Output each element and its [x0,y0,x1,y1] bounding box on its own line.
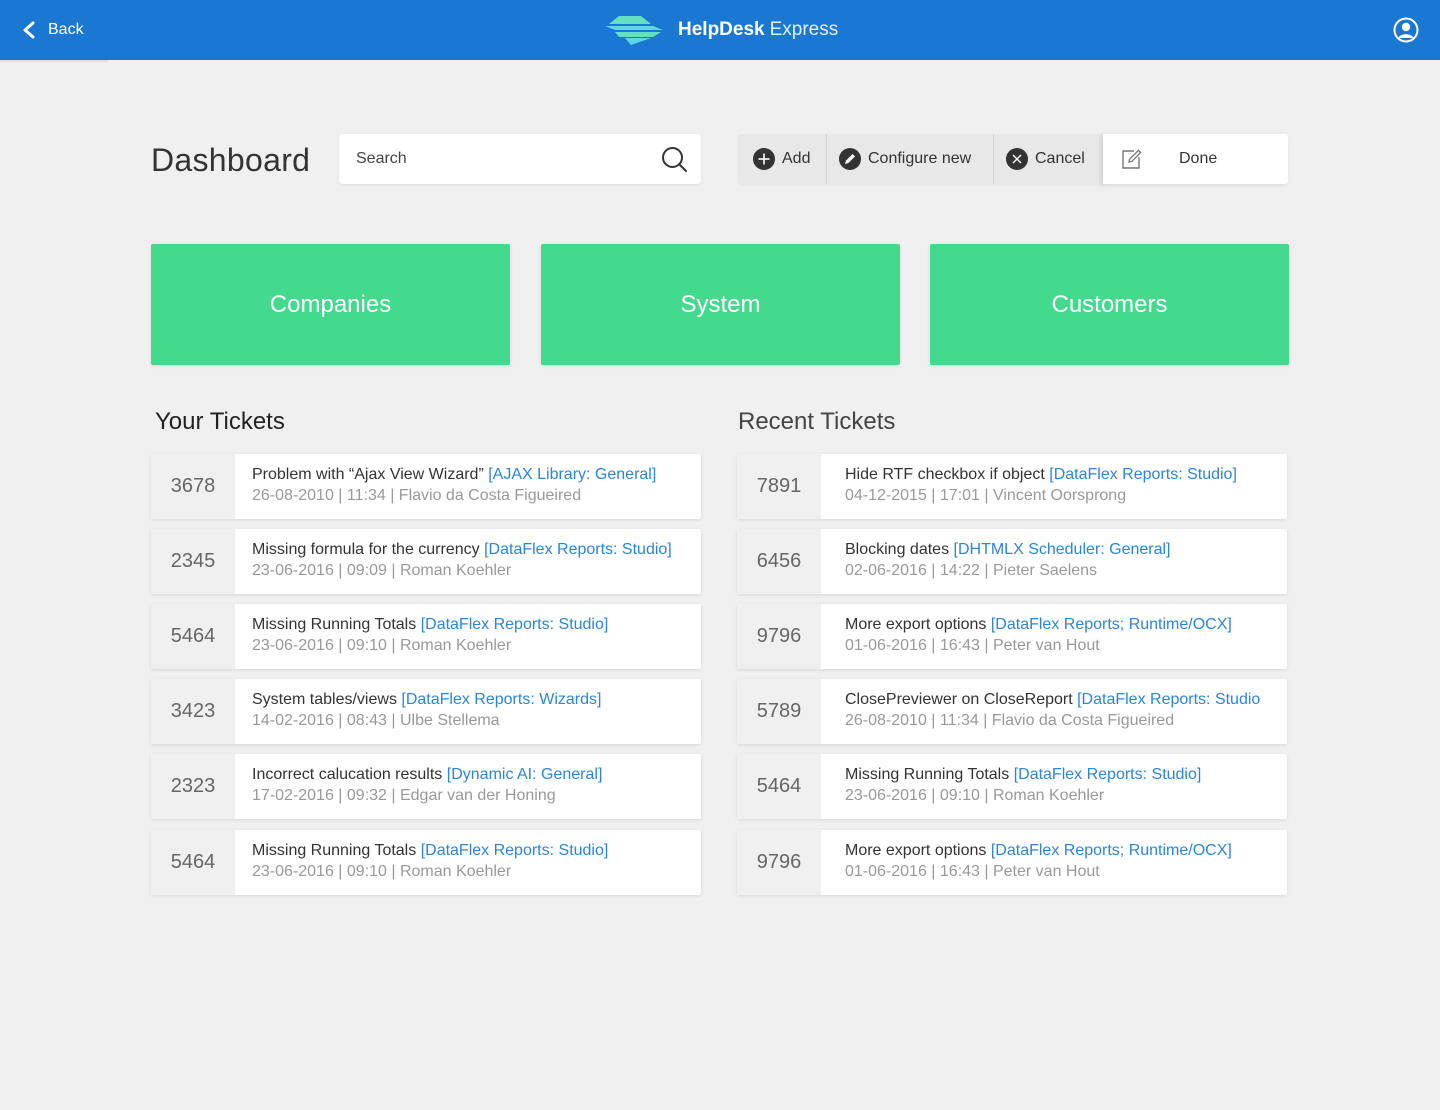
back-label: Back [48,21,84,38]
ticket-number: 3423 [151,679,235,744]
ticket-row[interactable]: 5464 Missing Running Totals [DataFlex Re… [737,754,1287,819]
ticket-subject: Missing formula for the currency [DataFl… [252,541,672,558]
your-tickets-title: Your Tickets [155,408,285,435]
ticket-number: 5464 [151,830,235,895]
back-tab-shadow [0,60,108,63]
ticket-number: 6456 [737,529,821,594]
ticket-row[interactable]: 3423 System tables/views [DataFlex Repor… [151,679,701,744]
ticket-subject: Problem with “Ajax View Wizard” [AJAX Li… [252,466,657,483]
ticket-subject: Blocking dates [DHTMLX Scheduler: Genera… [845,541,1171,558]
ticket-row[interactable]: 3678 Problem with “Ajax View Wizard” [AJ… [151,454,701,519]
search-box [339,134,701,184]
ticket-meta: 04-12-2015 | 17:01 | Vincent Oorsprong [845,487,1127,504]
ticket-number: 2345 [151,529,235,594]
user-account-icon[interactable] [1393,17,1419,43]
ticket-subject: More export options [DataFlex Reports; R… [845,842,1232,859]
ticket-category[interactable]: [DataFlex Reports: Studio] [484,541,672,558]
brand-subtitle: Express [769,19,839,40]
ticket-category[interactable]: [DataFlex Reports; Runtime/OCX] [991,842,1232,859]
close-circle-icon [1006,148,1028,170]
brand: HelpDesk Express [605,14,838,46]
page-title: Dashboard [151,142,311,178]
ticket-row[interactable]: 5789 ClosePreviewer on CloseReport [Data… [737,679,1287,744]
ticket-number: 7891 [737,454,821,519]
ticket-row[interactable]: 2345 Missing formula for the currency [D… [151,529,701,594]
ticket-category[interactable]: [AJAX Library: General] [488,466,656,483]
ticket-category[interactable]: [DataFlex Reports: Studio] [421,616,609,633]
ticket-number: 9796 [737,830,821,895]
configure-new-label: Configure new [868,150,972,167]
ticket-meta: 14-02-2016 | 08:43 | Ulbe Stellema [252,712,500,729]
configure-new-button[interactable]: Configure new [827,134,994,184]
ticket-subject: System tables/views [DataFlex Reports: W… [252,691,602,708]
search-icon[interactable] [661,146,688,173]
ticket-category[interactable]: [DataFlex Reports: Studio] [1049,466,1237,483]
ticket-category[interactable]: [DataFlex Reports: Studio] [1014,766,1202,783]
ticket-row[interactable]: 2323 Incorrect calucation results [Dynam… [151,754,701,819]
cancel-button[interactable]: Cancel [994,134,1104,184]
ticket-number: 2323 [151,754,235,819]
ticket-subject: Missing Running Totals [DataFlex Reports… [845,766,1202,783]
ticket-subject: Hide RTF checkbox if object [DataFlex Re… [845,466,1237,483]
ticket-row[interactable]: 9796 More export options [DataFlex Repor… [737,604,1287,669]
recent-tickets-title: Recent Tickets [738,408,896,435]
ticket-meta: 17-02-2016 | 09:32 | Edgar van der Honin… [252,787,556,804]
tile-companies[interactable]: Companies [151,244,510,365]
chevron-left-icon [23,21,35,39]
ticket-subject: ClosePreviewer on CloseReport [DataFlex … [845,691,1261,708]
ticket-category[interactable]: [DHTMLX Scheduler: General] [954,541,1171,558]
ticket-row[interactable]: 6456 Blocking dates [DHTMLX Scheduler: G… [737,529,1287,594]
ticket-meta: 23-06-2016 | 09:10 | Roman Koehler [252,863,512,880]
ticket-number: 9796 [737,604,821,669]
ticket-meta: 26-08-2010 | 11:34 | Flavio da Costa Fig… [252,487,582,504]
ticket-category[interactable]: [DataFlex Reports: Studio [1077,691,1260,708]
toolbar: Add Configure new Cancel [738,134,1104,184]
tile-customers[interactable]: Customers [930,244,1289,365]
add-label: Add [782,150,811,167]
helpdesk-logo-icon [605,16,663,45]
ticket-meta: 23-06-2016 | 09:09 | Roman Koehler [252,562,512,579]
ticket-meta: 01-06-2016 | 16:43 | Peter van Hout [845,637,1100,654]
ticket-meta: 23-06-2016 | 09:10 | Roman Koehler [252,637,512,654]
ticket-row[interactable]: 7891 Hide RTF checkbox if object [DataFl… [737,454,1287,519]
ticket-category[interactable]: [DataFlex Reports: Studio] [421,842,609,859]
ticket-subject: Incorrect calucation results [Dynamic AI… [252,766,603,783]
ticket-subject: More export options [DataFlex Reports; R… [845,616,1232,633]
cancel-label: Cancel [1035,150,1085,167]
ticket-number: 5789 [737,679,821,744]
ticket-meta: 02-06-2016 | 14:22 | Pieter Saelens [845,562,1098,579]
back-button[interactable]: Back [22,18,84,42]
ticket-row[interactable]: 9796 More export options [DataFlex Repor… [737,830,1287,895]
pencil-circle-icon [839,148,861,170]
ticket-category[interactable]: [DataFlex Reports: Wizards] [401,691,601,708]
ticket-meta: 26-08-2010 | 11:34 | Flavio da Costa Fig… [845,712,1175,729]
ticket-subject: Missing Running Totals [DataFlex Reports… [252,842,609,859]
ticket-category[interactable]: [Dynamic AI: General] [447,766,603,783]
top-bar: Back HelpDesk Express [0,0,1440,60]
ticket-number: 5464 [737,754,821,819]
ticket-subject: Missing Running Totals [DataFlex Reports… [252,616,609,633]
tile-system[interactable]: System [541,244,900,365]
brand-name: HelpDesk [678,19,765,40]
plus-circle-icon [753,148,775,170]
search-input[interactable] [356,150,656,168]
edit-icon [1122,149,1142,169]
ticket-row[interactable]: 5464 Missing Running Totals [DataFlex Re… [151,604,701,669]
ticket-meta: 01-06-2016 | 16:43 | Peter van Hout [845,863,1100,880]
add-button[interactable]: Add [738,134,827,184]
ticket-number: 3678 [151,454,235,519]
ticket-category[interactable]: [DataFlex Reports; Runtime/OCX] [991,616,1232,633]
ticket-row[interactable]: 5464 Missing Running Totals [DataFlex Re… [151,830,701,895]
done-button[interactable]: Done [1103,134,1288,184]
ticket-number: 5464 [151,604,235,669]
done-label: Done [1179,150,1218,167]
ticket-meta: 23-06-2016 | 09:10 | Roman Koehler [845,787,1105,804]
